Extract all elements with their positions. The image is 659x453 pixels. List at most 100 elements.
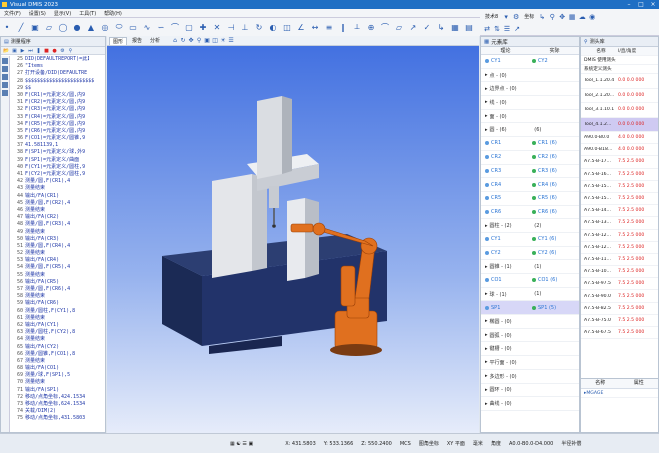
element-row[interactable]: SP1 SP1 (5): [481, 301, 579, 316]
home-icon[interactable]: ⌂: [171, 37, 179, 44]
rotate-icon[interactable]: ↻: [179, 37, 187, 44]
element-row[interactable]: ▸ 多边形 - (0): [481, 370, 579, 384]
code-line[interactable]: 29 $$: [11, 85, 102, 92]
angle-icon[interactable]: ∠: [295, 21, 307, 33]
menu-file[interactable]: 文件(F): [0, 10, 25, 17]
tangent-icon[interactable]: ◐: [267, 21, 279, 33]
view-icon[interactable]: ◫: [211, 37, 219, 44]
probe-angle-row[interactable]: A90.0-B18... 4.0 0.0 000: [581, 144, 658, 157]
element-row[interactable]: ▸ 圆弧 - (0): [481, 329, 579, 343]
menu-tools[interactable]: 工具(T): [75, 10, 100, 17]
probe-angle-row[interactable]: A7.5-B-15... 7.5 2.5 000: [581, 193, 658, 206]
probe-group-dmis[interactable]: DMIS 使用测头: [581, 56, 658, 65]
surface-icon[interactable]: ∽: [155, 21, 167, 33]
datum-icon[interactable]: ✓: [421, 21, 433, 33]
find-icon[interactable]: ⚲: [67, 48, 74, 54]
gutter-icon[interactable]: [2, 66, 8, 72]
step-icon[interactable]: ⏭: [27, 48, 34, 54]
code-line[interactable]: 36 F(CO1)=元素定义/圆锥,9: [11, 135, 102, 142]
sphere-icon[interactable]: ●: [71, 21, 83, 33]
runout-icon[interactable]: ↗: [407, 21, 419, 33]
list-icon[interactable]: ☰: [502, 25, 512, 33]
code-line[interactable]: 66 测量/圆锥,F(CO1),8: [11, 351, 102, 358]
status-comp[interactable]: 半径补偿: [561, 440, 581, 447]
torus-icon[interactable]: ◎: [99, 21, 111, 33]
element-row[interactable]: ▸ 球 - (1) (1): [481, 288, 579, 302]
report-icon[interactable]: ▤: [463, 21, 475, 33]
element-row[interactable]: CR3 CR3 (6): [481, 165, 579, 179]
element-row[interactable]: ▸ 平行面 - (0): [481, 356, 579, 370]
element-row[interactable]: ▸ 边界点 - (0): [481, 82, 579, 97]
expand-icon[interactable]: ▸: [485, 113, 488, 119]
code-line[interactable]: 54 测量/圆,F(CR5),4: [11, 264, 102, 271]
probe-tool-row[interactable]: Tool_1.1.20.4 0.0 0.0 000: [581, 74, 658, 89]
arc-icon[interactable]: ⌒: [169, 21, 181, 33]
rect-icon[interactable]: ▢: [183, 21, 195, 33]
zoom-icon[interactable]: ⚲: [195, 37, 203, 44]
element-row[interactable]: ▸ 曲线 - (0): [481, 397, 579, 411]
column-theory[interactable]: 理论: [481, 47, 530, 54]
code-line[interactable]: 65 输出/FA(CY2): [11, 344, 102, 351]
column-params[interactable]: I/直/角度: [618, 48, 636, 54]
code-line[interactable]: 40 F(CY1)=元素定义/圆柱,9: [11, 164, 102, 171]
measure-icon[interactable]: ⇅: [492, 25, 502, 33]
offset-icon[interactable]: ◫: [281, 21, 293, 33]
menu-settings[interactable]: 设置(S): [25, 10, 50, 17]
element-row[interactable]: CR1 CR1 (6): [481, 137, 579, 151]
element-row[interactable]: ▸ 圆柱 - (2) (2): [481, 219, 579, 233]
element-row[interactable]: CR4 CR4 (6): [481, 178, 579, 192]
property-row[interactable]: ▸ MGAGE: [581, 389, 658, 398]
status-angle[interactable]: 角度: [491, 440, 501, 447]
code-line[interactable]: 72 移动/点角坐标,424.1534: [11, 394, 102, 401]
plane-icon[interactable]: ▣: [29, 21, 41, 33]
code-line[interactable]: 39 F(SP1)=元素定义/曲面: [11, 157, 102, 164]
code-line[interactable]: 32 F(CR3)=元素定义/圆,内9: [11, 106, 102, 113]
element-row[interactable]: CO1 CO1 (6): [481, 274, 579, 288]
move-icon[interactable]: ✥: [557, 13, 567, 21]
expand-icon[interactable]: ▸: [485, 223, 488, 229]
status-probe[interactable]: A0.0-B0.0-D4.000: [509, 441, 553, 447]
perpendicular-icon[interactable]: ⟂: [351, 21, 363, 33]
expand-icon[interactable]: ▸: [485, 346, 488, 352]
point-icon[interactable]: •: [1, 21, 13, 33]
code-line[interactable]: 70 测量结束: [11, 379, 102, 386]
gutter-icon[interactable]: [2, 74, 8, 80]
coordinate-icon[interactable]: ↳: [435, 21, 447, 33]
code-line[interactable]: 56 输出/FA(CR5): [11, 279, 102, 286]
expand-icon[interactable]: ▸: [485, 264, 488, 270]
project-icon[interactable]: ⊥: [239, 21, 251, 33]
code-line[interactable]: 71 输出/FA(SP1): [11, 387, 102, 394]
open-icon[interactable]: 📂: [3, 48, 10, 54]
element-row[interactable]: ▸ 点 - (0): [481, 69, 579, 83]
element-row[interactable]: ▸ 圆环 - (0): [481, 384, 579, 398]
symmetry-icon[interactable]: ≡: [323, 21, 335, 33]
probe-angle-row[interactable]: A7.5-B-75.0 7.5 2.5 000: [581, 315, 658, 327]
probe-angle-row[interactable]: A7.5-B-10... 7.5 2.5 000: [581, 266, 658, 279]
code-line[interactable]: 75 移动/点角坐标,431.5803: [11, 415, 102, 422]
expand-icon[interactable]: ▸: [485, 373, 488, 379]
probe-tool-row[interactable]: Tool_2.1.20... 0.0 0.0 000: [581, 89, 658, 103]
wireframe-icon[interactable]: ▦: [449, 21, 461, 33]
code-line[interactable]: 44 输出/FA(CR1): [11, 193, 102, 200]
record-icon[interactable]: ●: [51, 48, 58, 54]
expand-icon[interactable]: ▸: [485, 332, 488, 338]
cloud-icon[interactable]: ☁: [577, 13, 587, 21]
parallel-icon[interactable]: ‖: [337, 21, 349, 33]
code-line[interactable]: 27 打开设备/DID(DEFAULTRE: [11, 70, 102, 77]
profile-icon[interactable]: ⌒: [379, 21, 391, 33]
probe-icon[interactable]: ⚲: [547, 13, 557, 21]
gutter-icon[interactable]: [2, 58, 8, 64]
element-row[interactable]: CR5 CR5 (6): [481, 192, 579, 206]
curve-icon[interactable]: ∿: [141, 21, 153, 33]
menu-view[interactable]: 显示(V): [50, 10, 75, 17]
fit-icon[interactable]: ▣: [203, 37, 211, 44]
circle-icon[interactable]: ◯: [57, 21, 69, 33]
code-line[interactable]: 50 输出/FA(CR3): [11, 236, 102, 243]
element-row[interactable]: ▸ 椭圆 - (0): [481, 315, 579, 329]
code-line[interactable]: 45 测量/圆,F(CR2),4: [11, 200, 102, 207]
midpoint-icon[interactable]: ⊣: [225, 21, 237, 33]
code-line[interactable]: 59 输出/FA(CR6): [11, 300, 102, 307]
position-icon[interactable]: ⊕: [365, 21, 377, 33]
probe-tool-row[interactable]: Tool_3.1.10.1 0.0 0.0 000: [581, 103, 658, 118]
probe-angle-row[interactable]: A7.5-B-14... 7.5 2.5 000: [581, 205, 658, 218]
